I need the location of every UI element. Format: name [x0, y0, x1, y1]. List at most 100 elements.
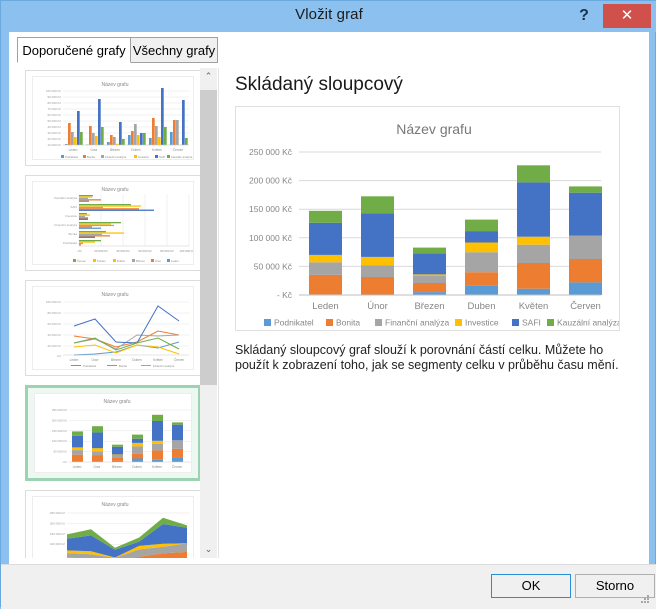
svg-text:60 000 Kč: 60 000 Kč [47, 113, 61, 117]
svg-text:20 000 Kč: 20 000 Kč [94, 249, 108, 253]
svg-text:10 000 Kč: 10 000 Kč [47, 143, 61, 147]
thumbnail-clustered-column[interactable]: Název grafu 100 000 Kč90 000 Kč 80 000 [25, 70, 201, 166]
svg-text:Kauzální analýza: Kauzální analýza [557, 318, 619, 328]
svg-text:Červen: Červen [173, 147, 184, 152]
svg-text:Bonita: Bonita [336, 318, 360, 328]
svg-text:SAFI: SAFI [522, 318, 541, 328]
mini-stacked-area-chart: Název grafu 250 000 Kč200 000 Kč 150 000… [33, 497, 194, 558]
svg-text:Kauzální analýza: Kauzální analýza [54, 196, 77, 200]
svg-text:Kauzální analýza: Kauzální analýza [171, 155, 193, 159]
svg-text:Květen: Květen [152, 148, 162, 152]
svg-text:- Kč: - Kč [56, 354, 62, 358]
svg-text:Finanční analýza: Finanční analýza [385, 318, 450, 328]
svg-text:200 000 Kč: 200 000 Kč [52, 418, 68, 422]
main-area: Název grafu 100 000 Kč90 000 Kč 80 000 [9, 63, 649, 564]
svg-text:Leden: Leden [312, 301, 338, 312]
svg-text:250 000 Kč: 250 000 Kč [249, 147, 293, 157]
svg-text:50 000 Kč: 50 000 Kč [53, 450, 67, 454]
svg-text:20 000 Kč: 20 000 Kč [47, 137, 61, 141]
svg-text:Název grafu: Název grafu [104, 399, 131, 405]
svg-text:- Kč: - Kč [277, 290, 293, 300]
scroll-up-icon[interactable]: ⌃ [200, 68, 217, 85]
svg-text:Únor: Únor [155, 258, 161, 263]
dialog-content: Doporučené grafy Všechny grafy Název gra… [9, 32, 649, 564]
svg-text:60 000 Kč: 60 000 Kč [47, 322, 61, 326]
svg-text:100 000 Kč: 100 000 Kč [179, 249, 194, 253]
svg-text:100 000 Kč: 100 000 Kč [46, 300, 62, 304]
svg-text:- Kč: - Kč [62, 460, 68, 464]
svg-text:Leden: Leden [171, 259, 179, 263]
svg-text:70 000 Kč: 70 000 Kč [47, 107, 61, 111]
scrollbar-thumb[interactable] [200, 90, 217, 385]
thumbnail-stacked-area[interactable]: Název grafu 250 000 Kč200 000 Kč 150 000… [25, 490, 201, 558]
thumbnail-clustered-bar[interactable]: Název grafu Kauzální analýzaSAFI Investi… [25, 175, 201, 271]
mini-clustered-bar-chart: Název grafu Kauzální analýzaSAFI Investi… [33, 182, 194, 265]
svg-text:Finanční analýza: Finanční analýza [105, 155, 127, 159]
svg-text:80 000 Kč: 80 000 Kč [47, 311, 61, 315]
svg-text:Investice: Investice [138, 155, 149, 159]
svg-text:Investice: Investice [140, 472, 151, 473]
svg-text:40 000 Kč: 40 000 Kč [47, 125, 61, 129]
chart-description: Skládaný sloupcový graf slouží k porovná… [235, 343, 625, 373]
svg-text:Název grafu: Název grafu [102, 187, 129, 193]
tab-recommended-charts[interactable]: Doporučené grafy [17, 37, 131, 63]
svg-text:60 000 Kč: 60 000 Kč [138, 249, 152, 253]
svg-text:80 000 Kč: 80 000 Kč [47, 101, 61, 105]
ok-button[interactable]: OK [491, 574, 571, 598]
svg-text:Červen: Červen [77, 258, 86, 263]
svg-text:80 000 Kč: 80 000 Kč [160, 249, 174, 253]
svg-text:Podnikatel: Podnikatel [274, 318, 314, 328]
svg-text:Červen: Červen [172, 464, 183, 469]
svg-text:200 000 Kč: 200 000 Kč [249, 176, 293, 186]
scroll-down-icon[interactable]: ⌄ [200, 541, 217, 558]
svg-text:90 000 Kč: 90 000 Kč [47, 95, 61, 99]
svg-text:Investice: Investice [65, 214, 77, 218]
thumbnail-preview: Název grafu Kauzální analýzaSAFI Investi… [32, 181, 194, 265]
svg-text:Bonita: Bonita [87, 155, 95, 159]
svg-text:20 000 Kč: 20 000 Kč [47, 344, 61, 348]
mini-line-chart: Název grafu 100 000 Kč80 000 Kč 60 000 K… [33, 287, 194, 370]
svg-text:Investice: Investice [465, 318, 499, 328]
svg-text:Finanční analýza: Finanční analýza [54, 223, 77, 227]
chart-preview[interactable]: Název grafu 250 000 Kč [235, 106, 620, 331]
svg-text:Leden: Leden [69, 148, 78, 152]
svg-text:Duben: Duben [117, 259, 126, 263]
svg-text:100 000 Kč: 100 000 Kč [249, 233, 293, 243]
window-title: Vložit graf [1, 6, 656, 23]
thumbnail-scrollbar[interactable]: ⌃ ⌄ [200, 68, 217, 558]
chart-title: Název grafu [396, 121, 471, 137]
svg-text:100 000 Kč: 100 000 Kč [52, 439, 68, 443]
chart-thumbnail-list[interactable]: Název grafu 100 000 Kč90 000 Kč 80 000 [21, 68, 219, 558]
svg-text:Únor: Únor [367, 301, 388, 312]
dialog-footer: OK Storno [1, 564, 656, 609]
svg-text:Leden: Leden [70, 358, 79, 362]
close-icon[interactable]: ✕ [603, 4, 651, 28]
chart-preview-pane: Skládaný sloupcový Název grafu [227, 68, 639, 558]
svg-text:50 000 Kč: 50 000 Kč [47, 119, 61, 123]
thumbnail-stacked-column[interactable]: Název grafu 250 000 Kč200 000 Kč 150 000… [25, 385, 201, 481]
resize-grip[interactable] [641, 595, 651, 605]
help-button[interactable]: ? [571, 3, 597, 29]
x-axis-labels: Leden Únor Březen Duben Květen Červen [312, 301, 601, 312]
stacked-column-chart: Název grafu 250 000 Kč [236, 107, 619, 330]
svg-text:250 000 Kč: 250 000 Kč [52, 408, 68, 412]
thumbnail-preview: Název grafu 250 000 Kč200 000 Kč 150 000… [32, 496, 194, 558]
preview-heading: Skládaný sloupcový [235, 74, 403, 96]
svg-text:Leden: Leden [73, 465, 82, 469]
svg-text:150 000 Kč: 150 000 Kč [249, 204, 293, 214]
svg-text:Květen: Květen [153, 358, 163, 362]
svg-text:SAFI: SAFI [119, 368, 125, 370]
svg-text:Podnikatel: Podnikatel [67, 472, 80, 473]
svg-text:200 000 Kč: 200 000 Kč [50, 521, 66, 525]
svg-text:SAFI: SAFI [159, 155, 165, 159]
chart-bars [309, 165, 602, 295]
tab-all-charts[interactable]: Všechny grafy [130, 37, 218, 63]
svg-text:Únor: Únor [94, 464, 102, 469]
svg-text:150 000 Kč: 150 000 Kč [50, 532, 66, 536]
thumbnail-line[interactable]: Název grafu 100 000 Kč80 000 Kč 60 000 K… [25, 280, 201, 376]
svg-text:Investice: Investice [83, 368, 94, 370]
svg-text:Březen: Březen [110, 148, 120, 152]
insert-chart-dialog: Vložit graf ? ✕ Doporučené grafy Všechny… [0, 0, 656, 607]
svg-text:Březen: Březen [136, 259, 145, 263]
svg-text:Podnikatel: Podnikatel [65, 155, 78, 159]
